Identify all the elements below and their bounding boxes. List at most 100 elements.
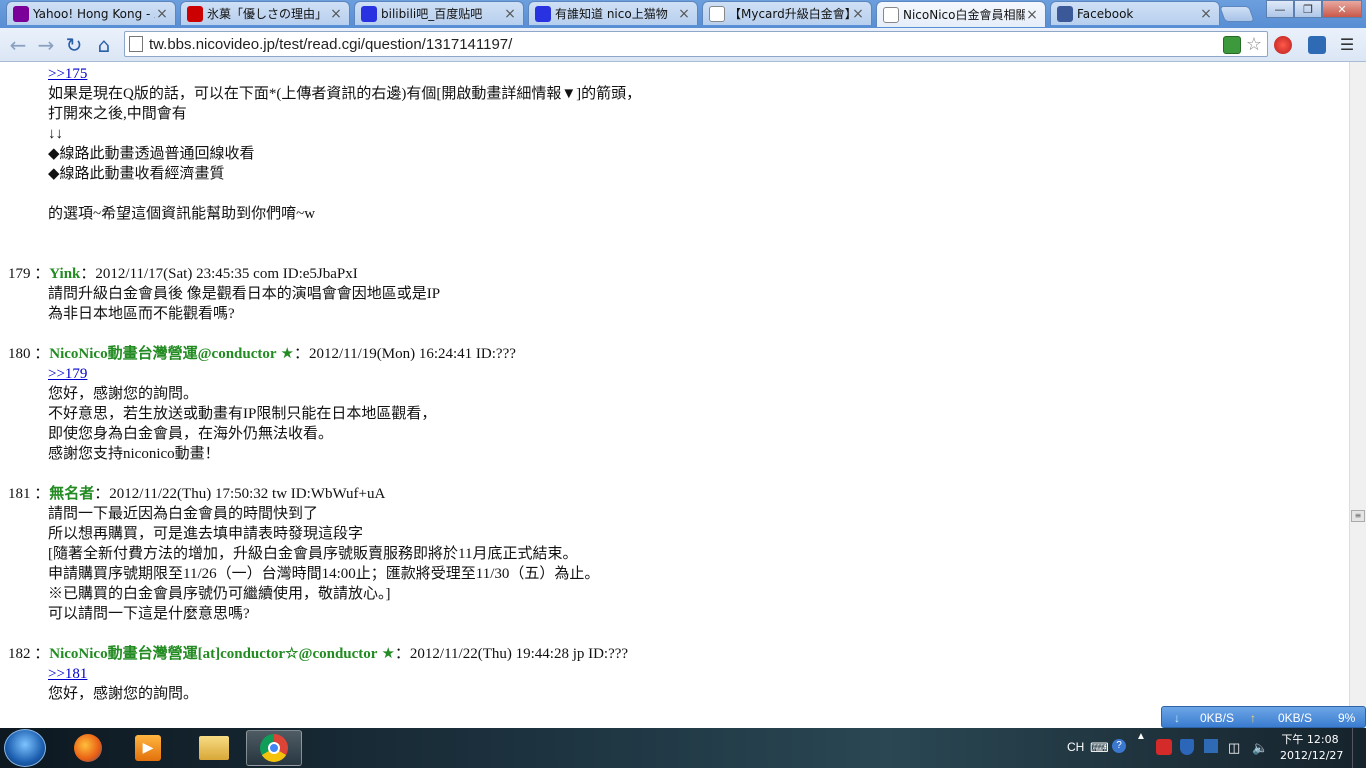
taskbar-firefox[interactable] — [60, 730, 116, 766]
tab-close-icon[interactable]: × — [503, 6, 517, 22]
reload-icon[interactable]: ↻ — [62, 33, 86, 57]
taskbar-media-player[interactable]: ▶ — [120, 730, 176, 766]
show-desktop-button[interactable] — [1352, 728, 1366, 768]
reply-link[interactable]: >>179 — [48, 364, 87, 384]
tab-label: 有誰知道 nico上猫物 — [555, 7, 668, 21]
taskbar-chrome[interactable] — [246, 730, 302, 766]
poster-name: NicoNico動畫台灣營運[at]conductor☆@conductor — [49, 646, 378, 662]
post-meta: ：2012/11/22(Thu) 19:44:28 jp ID:??? — [394, 646, 629, 662]
network-icon[interactable]: ◫ — [1228, 740, 1240, 756]
tab-label: 氷菓「優しさの理由」 — [207, 7, 328, 21]
post-header: 181 ：無名者：2012/11/22(Thu) 17:50:32 tw ID:… — [8, 484, 385, 504]
tab-2[interactable]: bilibili吧_百度贴吧 × — [354, 1, 524, 25]
poster-name: NicoNico動畫台灣營運@conductor — [49, 346, 277, 362]
post-body-line: 如果是現在Q版的話，可以在下面*(上傳者資訊的右邊)有個[開啟動畫詳細情報▼]的… — [48, 86, 642, 102]
post-body-line: 的選項~希望這個資訊能幫助到你們唷~w — [48, 206, 316, 222]
page-icon — [883, 6, 899, 23]
tab-strip: Yahoo! Hong Kong - 雅 × 氷菓「優しさの理由」 × bilibili… — [0, 0, 1366, 27]
reply-link[interactable]: >>181 — [48, 664, 87, 684]
post-body-line: 請問升級白金會員後 像是觀看日本的演唱會會因地區或是IP — [48, 286, 441, 302]
tab-close-icon[interactable]: × — [1199, 6, 1213, 22]
chrome-icon — [260, 734, 288, 762]
security-shield-icon[interactable] — [1180, 739, 1194, 755]
browser-chrome: Yahoo! Hong Kong - 雅 × 氷菓「優しさの理由」 × bilibili… — [0, 0, 1366, 62]
post-body-line: 可以請問一下這是什麼意思嗎? — [48, 606, 250, 622]
santa-extension-icon[interactable] — [1274, 36, 1292, 54]
star-icon: ★ — [280, 346, 294, 362]
clock-date: 2012/12/27 — [1280, 749, 1344, 762]
post-body-line: 請問一下最近因為白金會員的時間快到了 — [48, 506, 319, 522]
post-body-line: 感謝您支持niconico動畫！ — [48, 446, 220, 462]
tab-5[interactable]: NicoNico白金會員相關 × — [876, 1, 1046, 27]
tab-1[interactable]: 氷菓「優しさの理由」 × — [180, 1, 350, 25]
download-arrow-icon: ↓ — [1174, 711, 1180, 725]
firefox-icon — [74, 734, 102, 762]
tab-3[interactable]: 有誰知道 nico上猫物 × — [528, 1, 698, 25]
taskbar-clock[interactable]: 下午 12:08 2012/12/27 — [1280, 732, 1344, 764]
checkmark-extension-icon[interactable] — [1308, 36, 1326, 54]
tab-6[interactable]: Facebook × — [1050, 1, 1220, 25]
tab-close-icon[interactable]: × — [677, 6, 691, 22]
baidu-icon — [535, 5, 551, 22]
keyboard-icon[interactable]: ⌨ — [1090, 740, 1109, 756]
tab-close-icon[interactable]: × — [155, 6, 169, 22]
reply-link[interactable]: >>175 — [48, 64, 87, 84]
tab-label: Facebook — [1077, 6, 1134, 21]
reply-link-text[interactable]: >>179 — [48, 366, 87, 382]
tab-label: Yahoo! Hong Kong - 雅 — [33, 7, 155, 21]
post-body-line: 申請購買序號期限至11/26（一）台灣時間14:00止；匯款將受理至11/30（… — [48, 566, 600, 582]
net-speed-widget: ↓ 0KB/S ↑ 0KB/S 9% — [1161, 706, 1366, 728]
close-window-button[interactable]: ✕ — [1322, 0, 1362, 18]
home-icon[interactable]: ⌂ — [92, 33, 116, 57]
post-header: 179 ：Yink：2012/11/17(Sat) 23:45:35 com I… — [8, 264, 358, 284]
post-body-line: 您好，感謝您的詢問。 — [48, 686, 199, 702]
start-button[interactable] — [4, 729, 46, 767]
taskbar-file-explorer[interactable] — [186, 730, 242, 766]
tab-label: bilibili吧_百度贴吧 — [381, 7, 483, 21]
post-body-line: [隨著全新付費方法的增加，升級白金會員序號販賣服務即將於11月底正式結束。 — [48, 546, 578, 562]
tab-label: NicoNico白金會員相關 — [903, 8, 1025, 22]
post-body-line: ※已購買的白金會員序號仍可繼續使用，敬請放心。] — [48, 586, 391, 602]
bookmark-star-icon[interactable]: ☆ — [1245, 36, 1263, 54]
separator: ： — [30, 486, 50, 502]
language-indicator[interactable]: CH — [1067, 740, 1084, 754]
post-number: 179 — [8, 266, 31, 282]
post-body-line: ◆線路此動畫收看經濟畫質 — [48, 166, 225, 182]
volume-icon[interactable]: 🔈 — [1252, 740, 1268, 756]
post-header: 180 ：NicoNico動畫台灣營運@conductor ★：2012/11/1… — [8, 344, 516, 364]
post-body-line: ↓↓ — [48, 126, 63, 142]
forward-icon[interactable]: → — [34, 33, 58, 57]
vertical-scrollbar[interactable]: ≡ — [1349, 62, 1366, 728]
back-icon[interactable]: ← — [6, 33, 30, 57]
antivirus-icon[interactable] — [1156, 739, 1172, 755]
tab-0[interactable]: Yahoo! Hong Kong - 雅 × — [6, 1, 176, 25]
post-body-line: 打開來之後,中間會有 — [48, 106, 187, 122]
help-icon[interactable]: ? — [1112, 739, 1126, 753]
separator: ： — [30, 266, 50, 282]
post-body-line: 即使您身為白金會員，在海外仍無法收看。 — [48, 426, 334, 442]
post-meta: ：2012/11/19(Mon) 16:24:41 ID:??? — [293, 346, 516, 362]
tab-close-icon[interactable]: × — [329, 6, 343, 22]
maximize-button[interactable]: ❐ — [1294, 0, 1322, 18]
wrench-menu-icon[interactable]: ☰ — [1338, 36, 1356, 54]
separator: ： — [30, 646, 50, 662]
download-speed: 0KB/S — [1200, 711, 1235, 725]
cpu-usage: 9% — [1338, 711, 1356, 725]
page-icon — [709, 5, 725, 22]
reply-link-text[interactable]: >>175 — [48, 66, 87, 82]
address-bar[interactable]: ☆ — [124, 31, 1268, 57]
browser-toolbar: ← → ↻ ⌂ ☆ ☰ — [0, 28, 1366, 62]
tab-close-icon[interactable]: × — [1025, 7, 1039, 23]
shield-extension-icon[interactable] — [1223, 36, 1241, 54]
minimize-button[interactable]: — — [1266, 0, 1294, 18]
post-meta: ：2012/11/17(Sat) 23:45:35 com ID:e5JbaPx… — [80, 266, 358, 282]
tray-expand-icon[interactable]: ▲ — [1136, 732, 1146, 742]
tab-close-icon[interactable]: × — [851, 6, 865, 22]
url-input[interactable] — [149, 34, 1209, 54]
new-tab-button[interactable] — [1219, 6, 1255, 22]
checkmark-tray-icon[interactable] — [1204, 739, 1218, 753]
scroll-thumb[interactable]: ≡ — [1351, 510, 1365, 522]
post-body-line: ◆線路此動畫透過普通回線收看 — [48, 146, 255, 162]
tab-4[interactable]: 【Mycard升級白金會】 × — [702, 1, 872, 25]
reply-link-text[interactable]: >>181 — [48, 666, 87, 682]
